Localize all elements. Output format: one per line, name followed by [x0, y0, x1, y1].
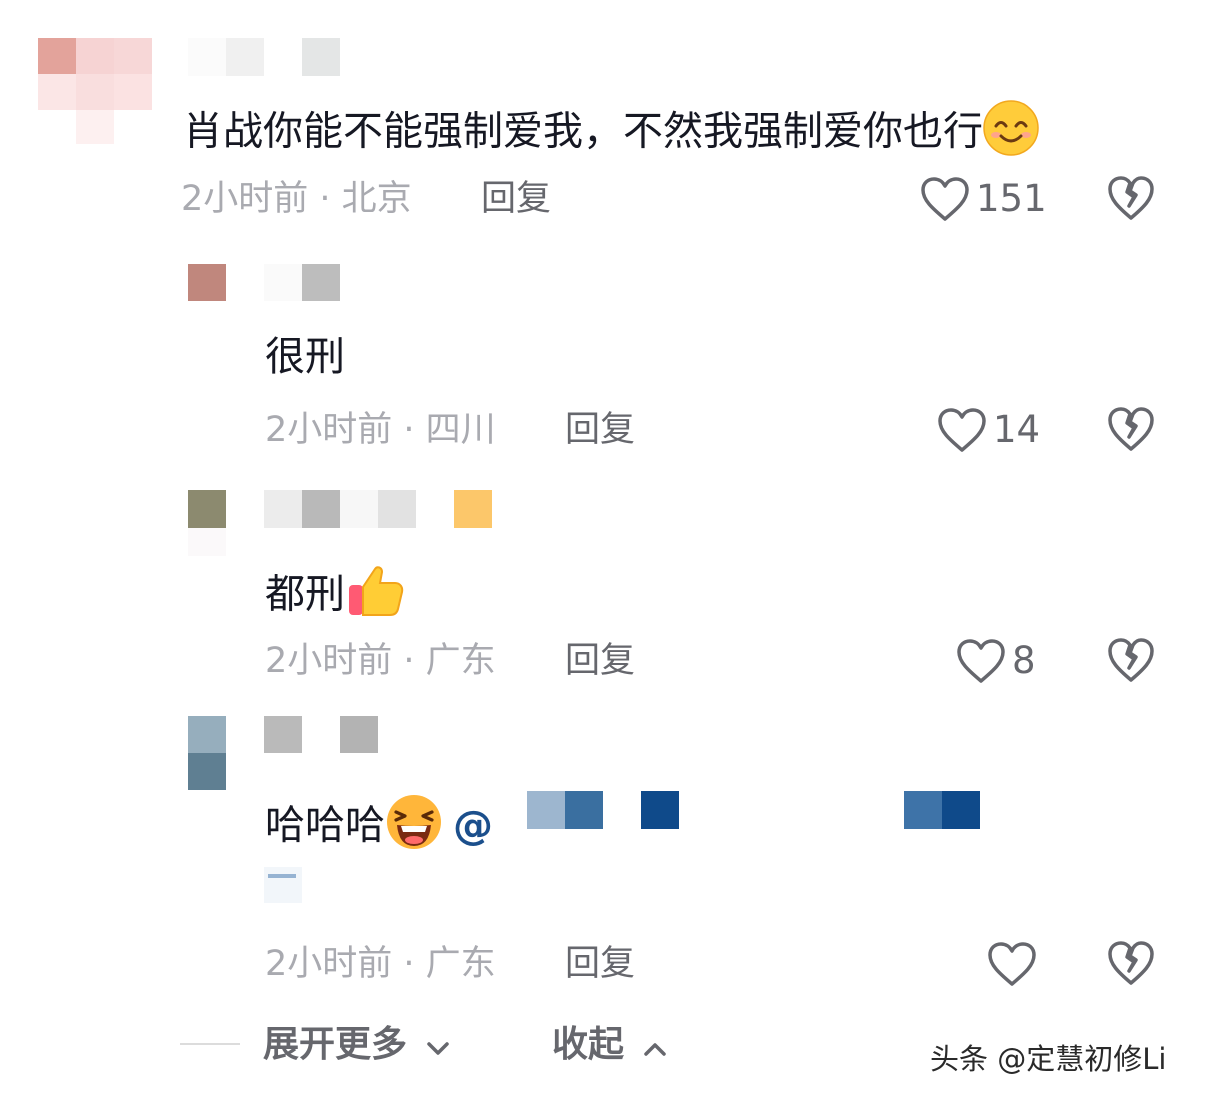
expand-more-label: 展开更多 [263, 1024, 408, 1065]
broken-heart-icon [1107, 941, 1155, 990]
comment-body: 肖战你能不能强制爱我，不然我强制爱你也行 [183, 108, 983, 155]
avatar[interactable] [38, 38, 152, 144]
username-blurred[interactable] [264, 264, 340, 301]
reply-button[interactable]: 回复 [481, 177, 551, 221]
avatar[interactable] [188, 264, 226, 301]
comment-body: 很刑 [265, 334, 345, 380]
reply-button[interactable]: 回复 [565, 408, 635, 452]
like-button[interactable] [987, 936, 1043, 992]
laughing-emoji-icon [385, 794, 443, 861]
heart-icon [920, 176, 970, 222]
collapse-button[interactable]: 收起 [552, 1022, 667, 1069]
like-button[interactable]: 14 [937, 402, 1040, 458]
username-blurred[interactable] [264, 716, 378, 753]
smile-emoji-icon [983, 100, 1039, 167]
mention-at[interactable]: @ [453, 803, 493, 849]
heart-icon [987, 941, 1037, 987]
comment-text: 都刑 [265, 563, 405, 630]
comment-text: 哈哈哈 @ [265, 794, 493, 861]
broken-heart-icon [1107, 407, 1155, 456]
divider-line [180, 1043, 240, 1045]
heart-icon [956, 638, 1006, 684]
broken-heart-icon [1107, 176, 1155, 225]
comment-time-location: 2小时前 · 广东 [265, 944, 496, 984]
mention-username-blurred[interactable] [527, 791, 981, 829]
dislike-button[interactable] [1107, 637, 1155, 687]
like-count: 8 [1012, 639, 1036, 682]
mention-overflow-blurred [264, 867, 302, 903]
like-button[interactable]: 8 [956, 633, 1036, 689]
username-blurred[interactable] [188, 38, 340, 76]
like-count: 14 [993, 408, 1041, 451]
avatar[interactable] [188, 716, 226, 790]
comment-time-location: 2小时前 · 广东 [265, 641, 496, 681]
reply-button[interactable]: 回复 [565, 942, 635, 986]
dislike-button[interactable] [1107, 940, 1155, 990]
comment-body: 哈哈哈 [265, 802, 385, 849]
like-button[interactable]: 151 [920, 171, 1047, 227]
avatar[interactable] [188, 490, 226, 556]
comment-body: 都刑 [265, 571, 345, 618]
comment-time-location: 2小时前 · 北京 [181, 179, 412, 219]
thumbs-up-emoji-icon [345, 563, 405, 630]
like-count: 151 [976, 177, 1047, 220]
dislike-button[interactable] [1107, 406, 1155, 456]
dislike-button[interactable] [1107, 175, 1155, 225]
mention-overflow-stroke [268, 874, 296, 878]
username-blurred[interactable] [264, 490, 492, 528]
collapse-label: 收起 [552, 1024, 625, 1065]
watermark: 头条 @定慧初修Li [930, 1042, 1167, 1076]
heart-icon [937, 407, 987, 453]
chevron-down-icon [426, 1023, 450, 1069]
comment-text: 肖战你能不能强制爱我，不然我强制爱你也行 [183, 100, 1039, 167]
broken-heart-icon [1107, 638, 1155, 687]
expand-more-button[interactable]: 展开更多 [263, 1022, 450, 1069]
chevron-up-icon [643, 1023, 667, 1069]
reply-button[interactable]: 回复 [565, 639, 635, 683]
comment-time-location: 2小时前 · 四川 [265, 410, 496, 450]
